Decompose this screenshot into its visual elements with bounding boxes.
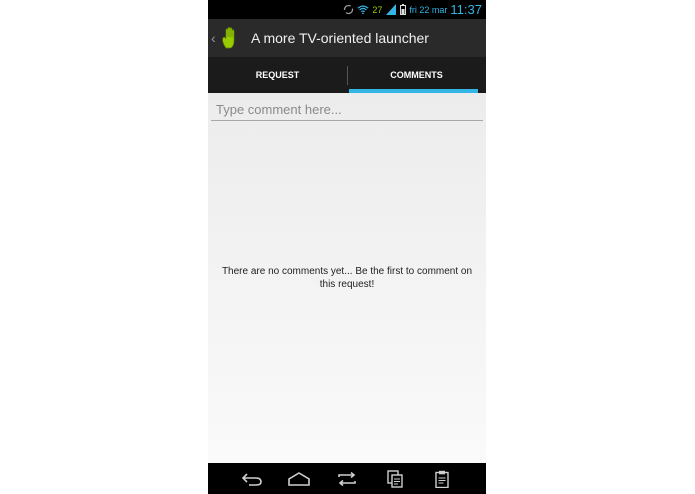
comment-field[interactable] bbox=[211, 99, 486, 121]
back-icon[interactable] bbox=[240, 469, 264, 489]
tab-comments-label: COMMENTS bbox=[390, 70, 443, 80]
hand-icon[interactable] bbox=[221, 25, 243, 51]
home-icon[interactable] bbox=[287, 469, 311, 489]
status-time: 11:37 bbox=[450, 2, 482, 17]
tab-comments[interactable]: COMMENTS bbox=[347, 57, 486, 93]
action-bar: ‹ A more TV-oriented launcher bbox=[208, 19, 486, 57]
up-navigation-chevron-icon[interactable]: ‹ bbox=[211, 30, 219, 46]
sync-icon bbox=[342, 4, 354, 16]
battery-icon bbox=[400, 4, 407, 16]
tab-bar: REQUEST COMMENTS bbox=[208, 57, 486, 93]
clipboard-icon[interactable] bbox=[433, 469, 451, 489]
copy-icon[interactable] bbox=[386, 469, 404, 489]
recent-apps-icon[interactable] bbox=[335, 469, 359, 489]
wifi-icon bbox=[357, 4, 369, 16]
status-date: fri 22 mar bbox=[409, 4, 448, 15]
signal-icon bbox=[385, 4, 397, 16]
status-bar: 27 fri 22 mar 11:37 bbox=[208, 0, 486, 19]
empty-comments-message: There are no comments yet... Be the firs… bbox=[221, 266, 473, 290]
comment-input[interactable] bbox=[211, 99, 486, 119]
battery-level: 27 bbox=[372, 4, 383, 15]
comments-panel: There are no comments yet... Be the firs… bbox=[208, 93, 486, 463]
navigation-bar bbox=[208, 463, 486, 494]
tab-request[interactable]: REQUEST bbox=[208, 57, 347, 93]
tab-request-label: REQUEST bbox=[255, 70, 300, 80]
phone-screen: 27 fri 22 mar 11:37 ‹ A more TV-oriented… bbox=[208, 0, 486, 494]
page-title: A more TV-oriented launcher bbox=[251, 30, 429, 46]
